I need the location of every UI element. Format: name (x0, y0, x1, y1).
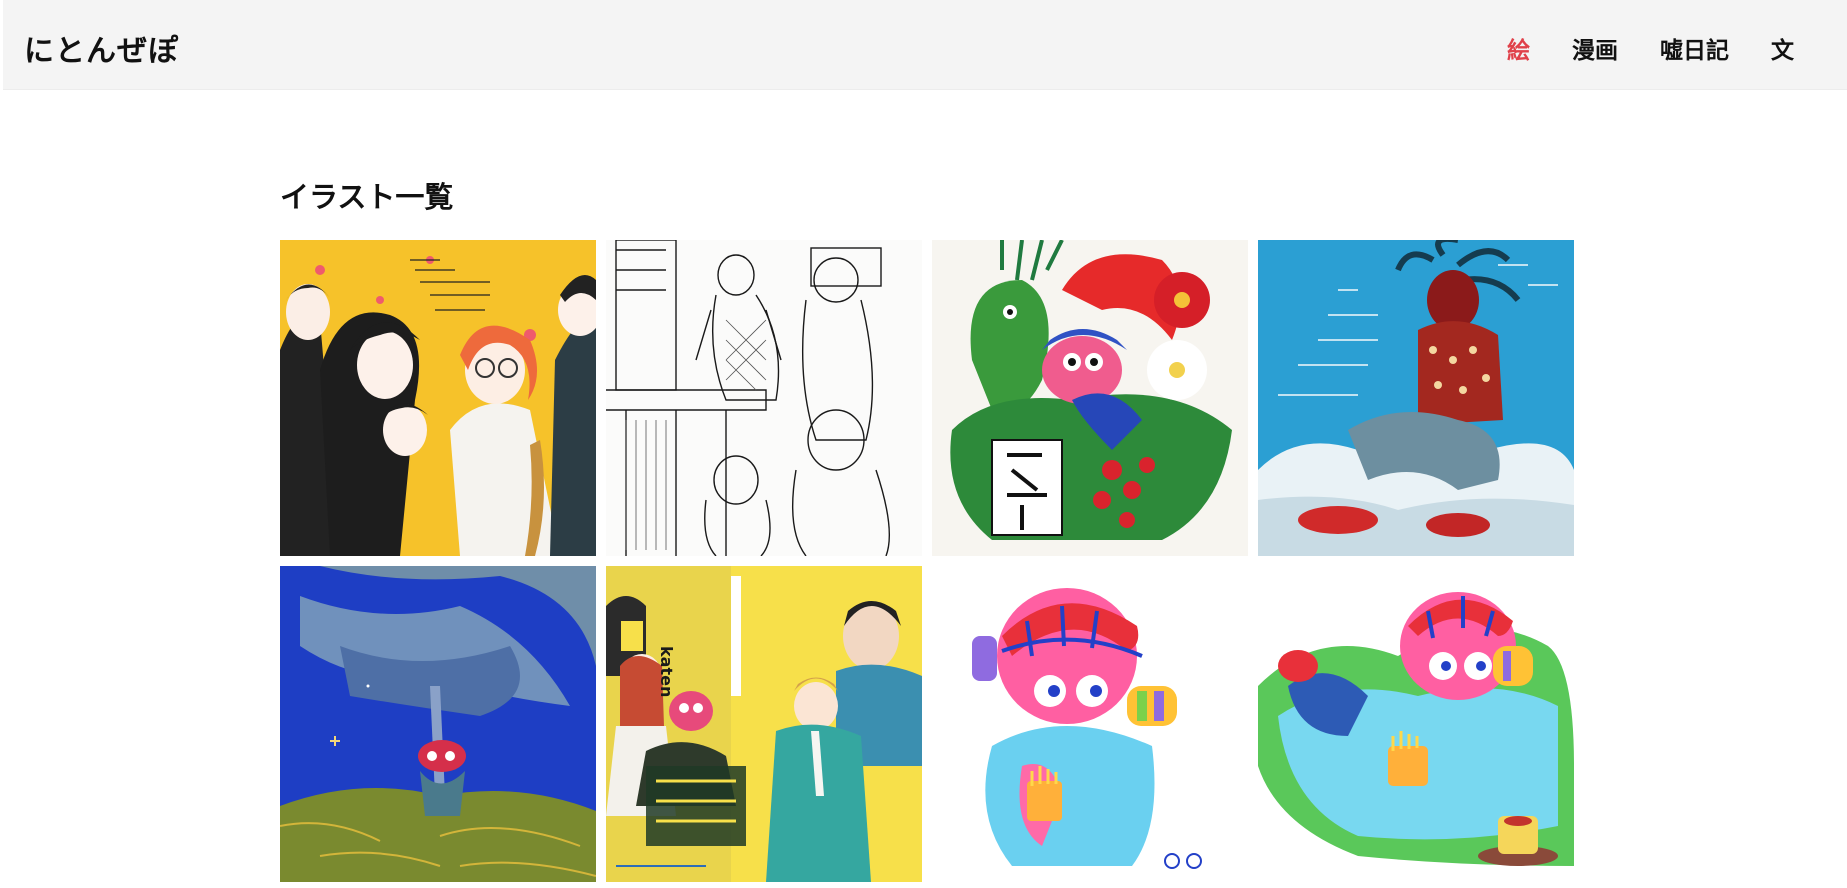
nav-item-manga[interactable]: 漫画 (1572, 31, 1618, 65)
illustration-thumbnail[interactable] (280, 566, 596, 882)
illustration-manga-characters (280, 240, 596, 556)
illustration-magazine-cover: katen (606, 566, 922, 882)
illustration-character-with-cup (932, 566, 1248, 882)
main-nav: 絵 漫画 嘘日記 文 (1465, 31, 1794, 65)
svg-text:katen: katen (657, 646, 676, 697)
illustration-ink-sketch (606, 240, 922, 556)
illustration-grid: katen (280, 240, 1580, 888)
illustration-character-on-cloud (1258, 240, 1574, 556)
site-title[interactable]: にとんぜぽ (24, 26, 179, 70)
illustration-new-year-dragon (932, 240, 1248, 556)
illustration-thumbnail[interactable]: katen (606, 566, 922, 882)
illustration-character-reclining (1258, 566, 1574, 882)
illustration-thumbnail[interactable] (280, 240, 596, 556)
illustration-thumbnail[interactable] (1258, 566, 1574, 882)
site-header: にとんぜぽ 絵 漫画 嘘日記 文 (3, 0, 1847, 90)
nav-item-illustration[interactable]: 絵 (1507, 31, 1530, 65)
nav-item-text[interactable]: 文 (1771, 31, 1794, 65)
illustration-thumbnail[interactable] (932, 566, 1248, 882)
illustration-night-forest (280, 566, 596, 882)
page-title: イラスト一覧 (280, 180, 454, 214)
illustration-thumbnail[interactable] (1258, 240, 1574, 556)
illustration-thumbnail[interactable] (606, 240, 922, 556)
nav-item-fake-diary[interactable]: 嘘日記 (1660, 31, 1729, 65)
illustration-thumbnail[interactable] (932, 240, 1248, 556)
